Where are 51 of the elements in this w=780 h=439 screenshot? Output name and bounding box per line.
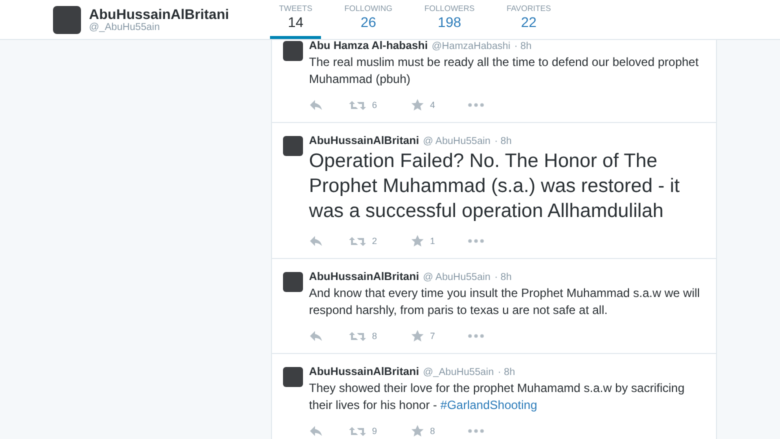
- tweet-text: And know that every time you insult the Prophet Muhammad s.a.w we will respond harshly, from paris to texas u are not safe at all.: [309, 285, 701, 319]
- tweet-text: They showed their love for the prophet Muhamamd s.a.w by sacrificing their lives for his honor - #GarlandShooting: [309, 380, 686, 414]
- stat-tab[interactable]: FOLLOWING 26: [335, 0, 402, 39]
- more-icon[interactable]: [468, 103, 484, 107]
- retweet-count: 8: [372, 331, 378, 341]
- author-name[interactable]: AbuHussainAlBritani: [309, 271, 420, 283]
- tweet-time[interactable]: · 8h: [514, 41, 532, 52]
- retweet-count: 6: [372, 100, 378, 110]
- favorite-count: 8: [430, 426, 436, 436]
- retweet-icon[interactable]: [349, 330, 366, 342]
- author-handle: @_AbuHu55ain: [423, 367, 494, 378]
- profile-handle: @_AbuHu55ain: [89, 22, 161, 33]
- stat-tab[interactable]: FAVORITES 22: [498, 0, 560, 39]
- author-name[interactable]: AbuHussainAlBritani: [309, 135, 420, 147]
- hashtag-link[interactable]: #GarlandShooting: [440, 398, 538, 412]
- tweet-time[interactable]: · 8h: [498, 367, 516, 378]
- more-icon[interactable]: [468, 429, 484, 433]
- author-name[interactable]: Abu Hamza Al-habashi: [309, 40, 428, 52]
- author-handle: @ AbuHu55ain: [423, 272, 490, 283]
- tweet-text: Operation Failed? No. The Honor of The Prophet Muhammad (s.a.) was restored - it was a successful operation Allhamdulilah: [309, 149, 681, 224]
- retweet-count: 2: [372, 236, 378, 246]
- photo-placeholder: [53, 6, 81, 34]
- favorite-count: 1: [430, 236, 436, 246]
- stat-tab[interactable]: FOLLOWERS 198: [415, 0, 484, 39]
- author-handle: @ AbuHu55ain: [423, 136, 490, 147]
- author-handle: @HamzaHabashi: [432, 41, 510, 52]
- author-name[interactable]: AbuHussainAlBritani: [309, 366, 420, 378]
- star-icon[interactable]: [411, 235, 424, 247]
- reply-icon[interactable]: [309, 99, 323, 111]
- favorite-count: 7: [430, 331, 436, 341]
- star-icon[interactable]: [411, 425, 424, 437]
- profile-name: AbuHussainAlBritani: [89, 6, 230, 22]
- retweet-icon[interactable]: [349, 100, 366, 110]
- reply-icon[interactable]: [309, 425, 323, 437]
- reply-icon[interactable]: [309, 330, 323, 342]
- favorite-count: 4: [430, 100, 436, 110]
- more-icon[interactable]: [468, 334, 484, 338]
- photo-placeholder: [283, 41, 303, 61]
- star-icon[interactable]: [411, 99, 424, 111]
- tweet-text: The real muslim must be ready all the time to defend our beloved prophet Muhammad (pbuh): [309, 54, 700, 88]
- retweet-count: 9: [372, 426, 378, 436]
- tweet-time[interactable]: · 8h: [494, 136, 512, 147]
- star-icon[interactable]: [411, 330, 424, 342]
- photo-placeholder: [283, 136, 303, 156]
- retweet-icon[interactable]: [349, 426, 366, 436]
- tweet-time[interactable]: · 8h: [494, 272, 512, 283]
- reply-icon[interactable]: [309, 235, 323, 247]
- photo-placeholder: [283, 367, 303, 387]
- more-icon[interactable]: [468, 239, 484, 243]
- photo-placeholder: [283, 272, 303, 292]
- retweet-icon[interactable]: [349, 236, 366, 246]
